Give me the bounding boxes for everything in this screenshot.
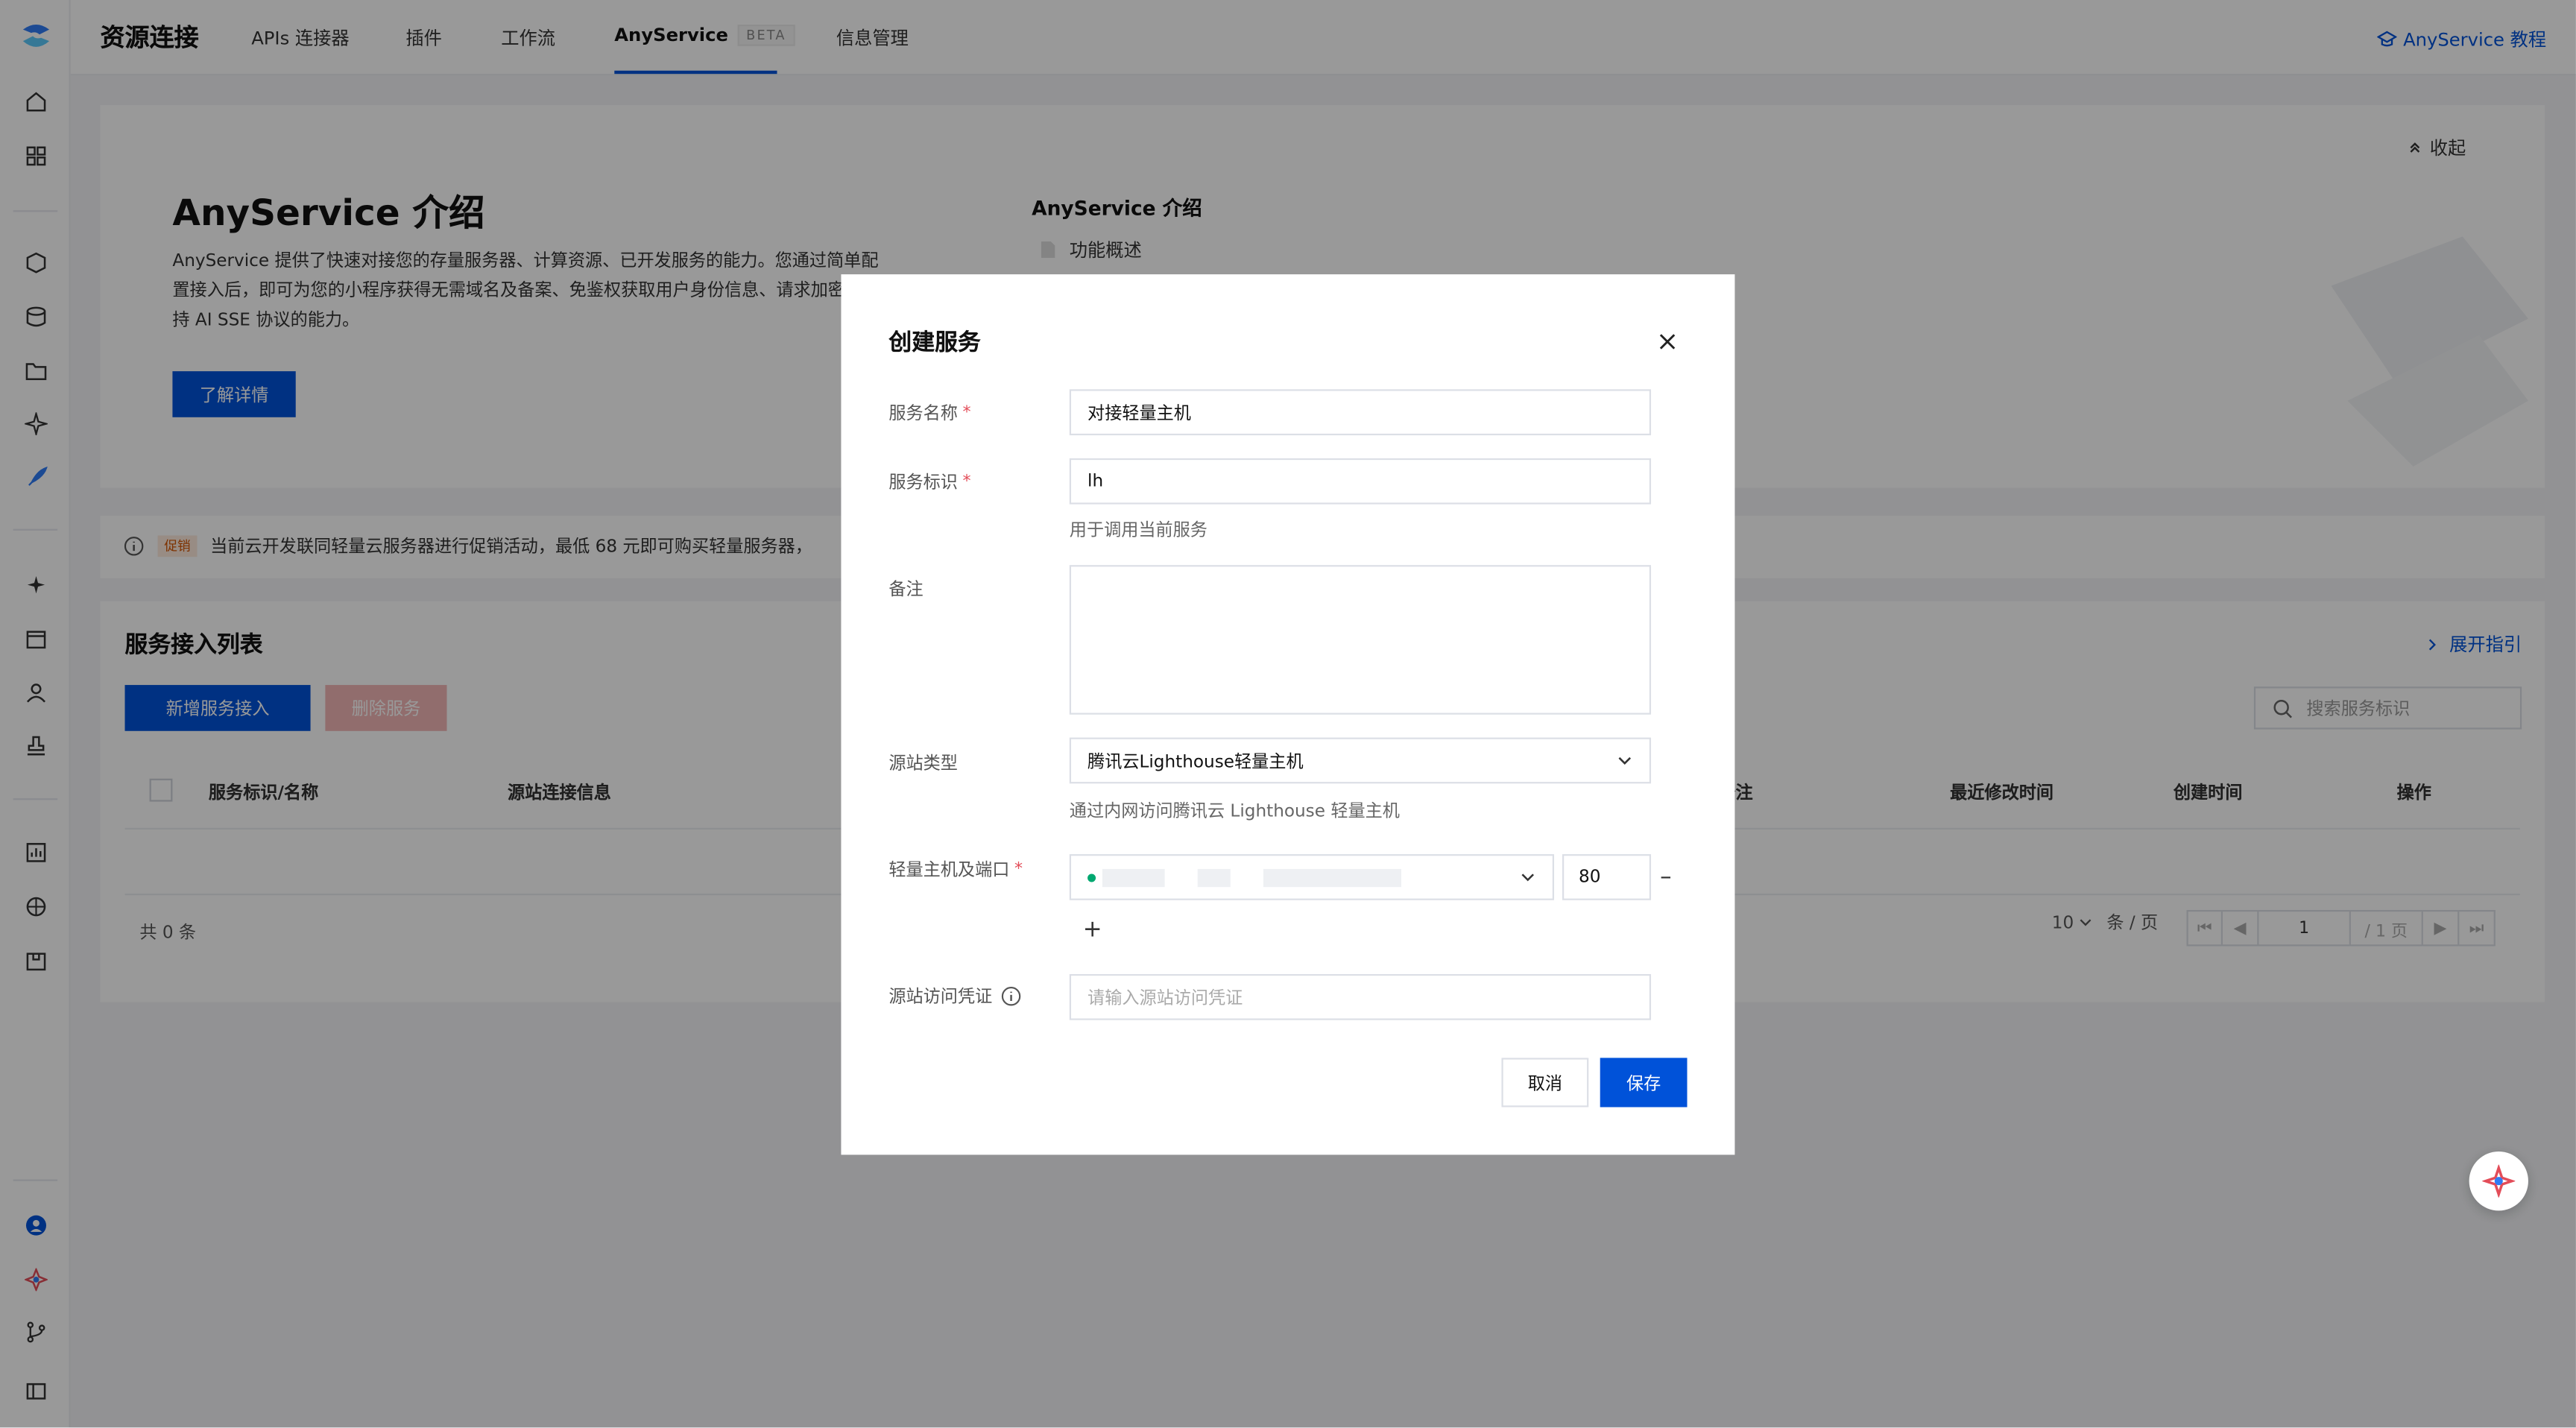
port-input[interactable]: 80: [1562, 854, 1652, 900]
origin-type-value: 腾讯云Lighthouse轻量主机: [1087, 751, 1304, 771]
assistant-fab-icon[interactable]: [2469, 1151, 2528, 1211]
online-status-dot: [1087, 873, 1096, 882]
credential-input[interactable]: 请输入源站访问凭证: [1069, 973, 1652, 1020]
remark-label: 备注: [888, 580, 924, 600]
info-icon[interactable]: [1000, 985, 1022, 1007]
required-mark: *: [1014, 860, 1023, 879]
service-id-input[interactable]: lh: [1069, 458, 1652, 505]
service-id-help: 用于调用当前服务: [1069, 520, 1208, 541]
host-port-label-text: 轻量主机及端口: [888, 860, 1010, 881]
origin-type-help: 通过内网访问腾讯云 Lighthouse 轻量主机: [1069, 801, 1400, 821]
remove-host-button[interactable]: –: [1656, 861, 1676, 894]
host-select[interactable]: [1069, 854, 1554, 900]
service-id-label: 服务标识 *: [888, 470, 970, 494]
service-id-label-text: 服务标识: [888, 473, 958, 493]
service-name-input[interactable]: 对接轻量主机: [1069, 389, 1652, 436]
host-select-value: [1087, 868, 1402, 887]
redacted-host-name: [1102, 868, 1165, 887]
save-button[interactable]: 保存: [1600, 1058, 1688, 1108]
dialog-title: 创建服务: [888, 330, 981, 357]
service-name-label: 服务名称 *: [888, 401, 970, 426]
cancel-button[interactable]: 取消: [1501, 1058, 1589, 1108]
service-name-label-text: 服务名称: [888, 404, 958, 424]
origin-type-label: 源站类型: [888, 754, 958, 774]
add-host-button[interactable]: +: [1081, 913, 1104, 946]
chevron-down-icon: [1618, 756, 1632, 765]
remark-textarea[interactable]: [1069, 565, 1652, 715]
credential-label-text: 源站访问凭证: [888, 987, 993, 1008]
redacted-host-ip: [1263, 868, 1402, 887]
required-mark: *: [962, 473, 971, 491]
credential-label: 源站访问凭证: [888, 984, 1022, 1008]
create-service-dialog: 创建服务 服务名称 * 对接轻量主机 服务标识 * lh 用于调用当前服务 备注 源…: [841, 274, 1735, 1155]
origin-type-select[interactable]: 腾讯云Lighthouse轻量主机: [1069, 737, 1652, 784]
host-port-label: 轻量主机及端口 *: [888, 857, 1023, 882]
close-icon[interactable]: [1656, 330, 1679, 353]
required-mark: *: [962, 404, 971, 423]
chevron-down-icon: [1521, 873, 1534, 882]
redacted-host-id: [1197, 868, 1231, 887]
